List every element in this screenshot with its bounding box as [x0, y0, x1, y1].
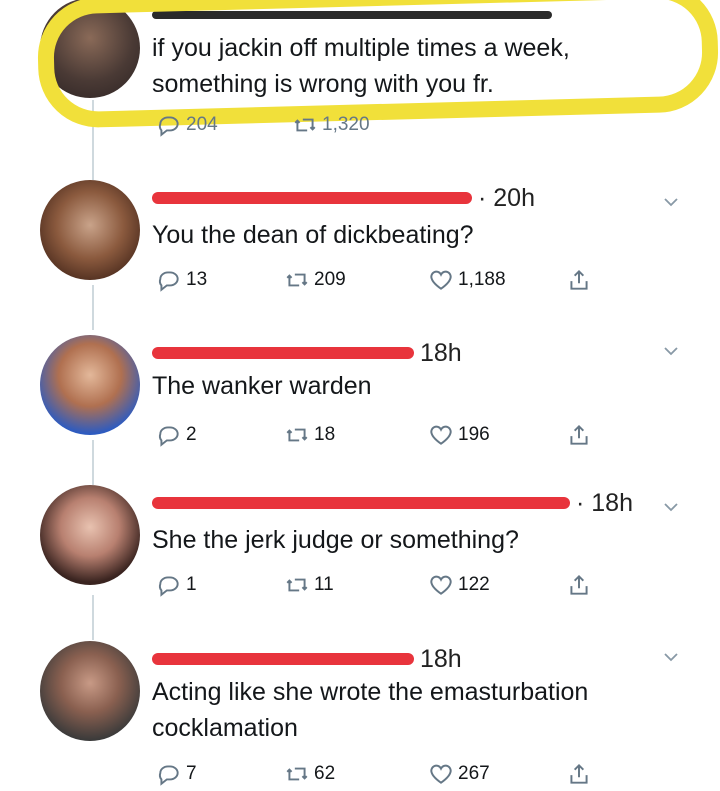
avatar[interactable] — [40, 180, 140, 280]
heart-icon — [430, 764, 452, 784]
reply-count: 1 — [186, 574, 197, 595]
reply-count: 204 — [186, 114, 218, 135]
retweet-action[interactable]: 11 — [284, 572, 334, 598]
tweet-text: The wanker warden — [152, 372, 372, 400]
like-action[interactable]: 1,188 — [428, 267, 506, 293]
reply-action[interactable]: 7 — [156, 761, 197, 787]
reply-icon — [158, 576, 179, 597]
avatar[interactable] — [40, 335, 140, 435]
share-icon — [570, 763, 588, 784]
reply-count: 13 — [186, 269, 208, 290]
share-icon — [570, 574, 588, 595]
share-icon — [570, 424, 588, 445]
reply-count: 2 — [186, 424, 197, 445]
retweet-icon — [294, 118, 316, 132]
thread-line — [92, 595, 94, 640]
like-count: 267 — [458, 763, 490, 784]
retweet-icon — [286, 273, 308, 287]
tweet-text: if you jackin off multiple times a week,… — [152, 34, 570, 98]
like-action[interactable]: 196 — [428, 422, 490, 448]
tweet-time: · 18h — [576, 488, 633, 517]
tweet-text: She the jerk judge or something? — [152, 526, 519, 554]
chevron-down-icon[interactable] — [662, 498, 680, 516]
retweet-icon — [286, 428, 308, 442]
retweet-icon — [286, 767, 308, 781]
reply-action[interactable]: 1 — [156, 572, 197, 598]
reply-icon — [158, 116, 179, 137]
chevron-down-icon[interactable] — [662, 342, 680, 360]
tweet-header: 18h — [152, 338, 462, 368]
retweet-action[interactable]: 209 — [284, 267, 346, 293]
tweet-time: 18h — [420, 644, 462, 673]
retweet-count: 11 — [314, 574, 334, 595]
retweet-icon — [286, 578, 308, 592]
avatar[interactable] — [40, 485, 140, 585]
tweet-time: 18h — [420, 338, 462, 367]
retweet-action[interactable]: 1,320 — [292, 112, 370, 138]
like-action[interactable]: 267 — [428, 761, 490, 787]
share-action[interactable] — [566, 761, 596, 787]
tweet-actions: 13 209 1,188 — [152, 267, 612, 297]
retweet-count: 209 — [314, 269, 346, 290]
chevron-down-icon[interactable] — [662, 648, 680, 666]
tweet-actions: 2 18 196 — [152, 422, 612, 452]
share-action[interactable] — [566, 267, 596, 293]
like-count: 196 — [458, 424, 490, 445]
thread-line — [92, 285, 94, 330]
tweet-actions: 1 11 122 — [152, 572, 612, 602]
tweet-actions: 204 1,320 — [152, 112, 612, 142]
tweet-header: · 18h — [152, 488, 633, 518]
redacted-username — [152, 192, 472, 204]
thread-line — [92, 440, 94, 485]
reply-action[interactable]: 2 — [156, 422, 197, 448]
like-action[interactable]: 122 — [428, 572, 490, 598]
tweet-header: 18h — [152, 644, 462, 674]
retweet-count: 62 — [314, 763, 336, 784]
tweet-text: Acting like she wrote the emasturbation … — [152, 678, 589, 742]
reply-count: 7 — [186, 763, 197, 784]
heart-icon — [430, 425, 452, 445]
like-count: 1,188 — [458, 269, 506, 290]
tweet-text: You the dean of dickbeating? — [152, 221, 474, 249]
chevron-down-icon[interactable] — [662, 193, 680, 211]
retweet-action[interactable]: 18 — [284, 422, 335, 448]
retweet-count: 18 — [314, 424, 336, 445]
tweet-header: · 20h — [152, 183, 535, 213]
like-count: 122 — [458, 574, 490, 595]
heart-icon — [430, 270, 452, 290]
avatar[interactable] — [40, 641, 140, 741]
share-action[interactable] — [566, 572, 596, 598]
heart-icon — [430, 575, 452, 595]
reply-action[interactable]: 204 — [156, 112, 218, 138]
redacted-username — [152, 347, 414, 359]
share-icon — [570, 269, 588, 290]
reply-icon — [158, 765, 179, 786]
redacted-username — [152, 497, 570, 509]
reply-icon — [158, 271, 179, 292]
reply-icon — [158, 426, 179, 447]
reply-action[interactable]: 13 — [156, 267, 207, 293]
tweet-actions: 7 62 267 — [152, 761, 612, 791]
tweet-time: · 20h — [478, 183, 535, 212]
retweet-count: 1,320 — [322, 114, 370, 135]
share-action[interactable] — [566, 422, 596, 448]
redacted-username — [152, 653, 414, 665]
retweet-action[interactable]: 62 — [284, 761, 335, 787]
